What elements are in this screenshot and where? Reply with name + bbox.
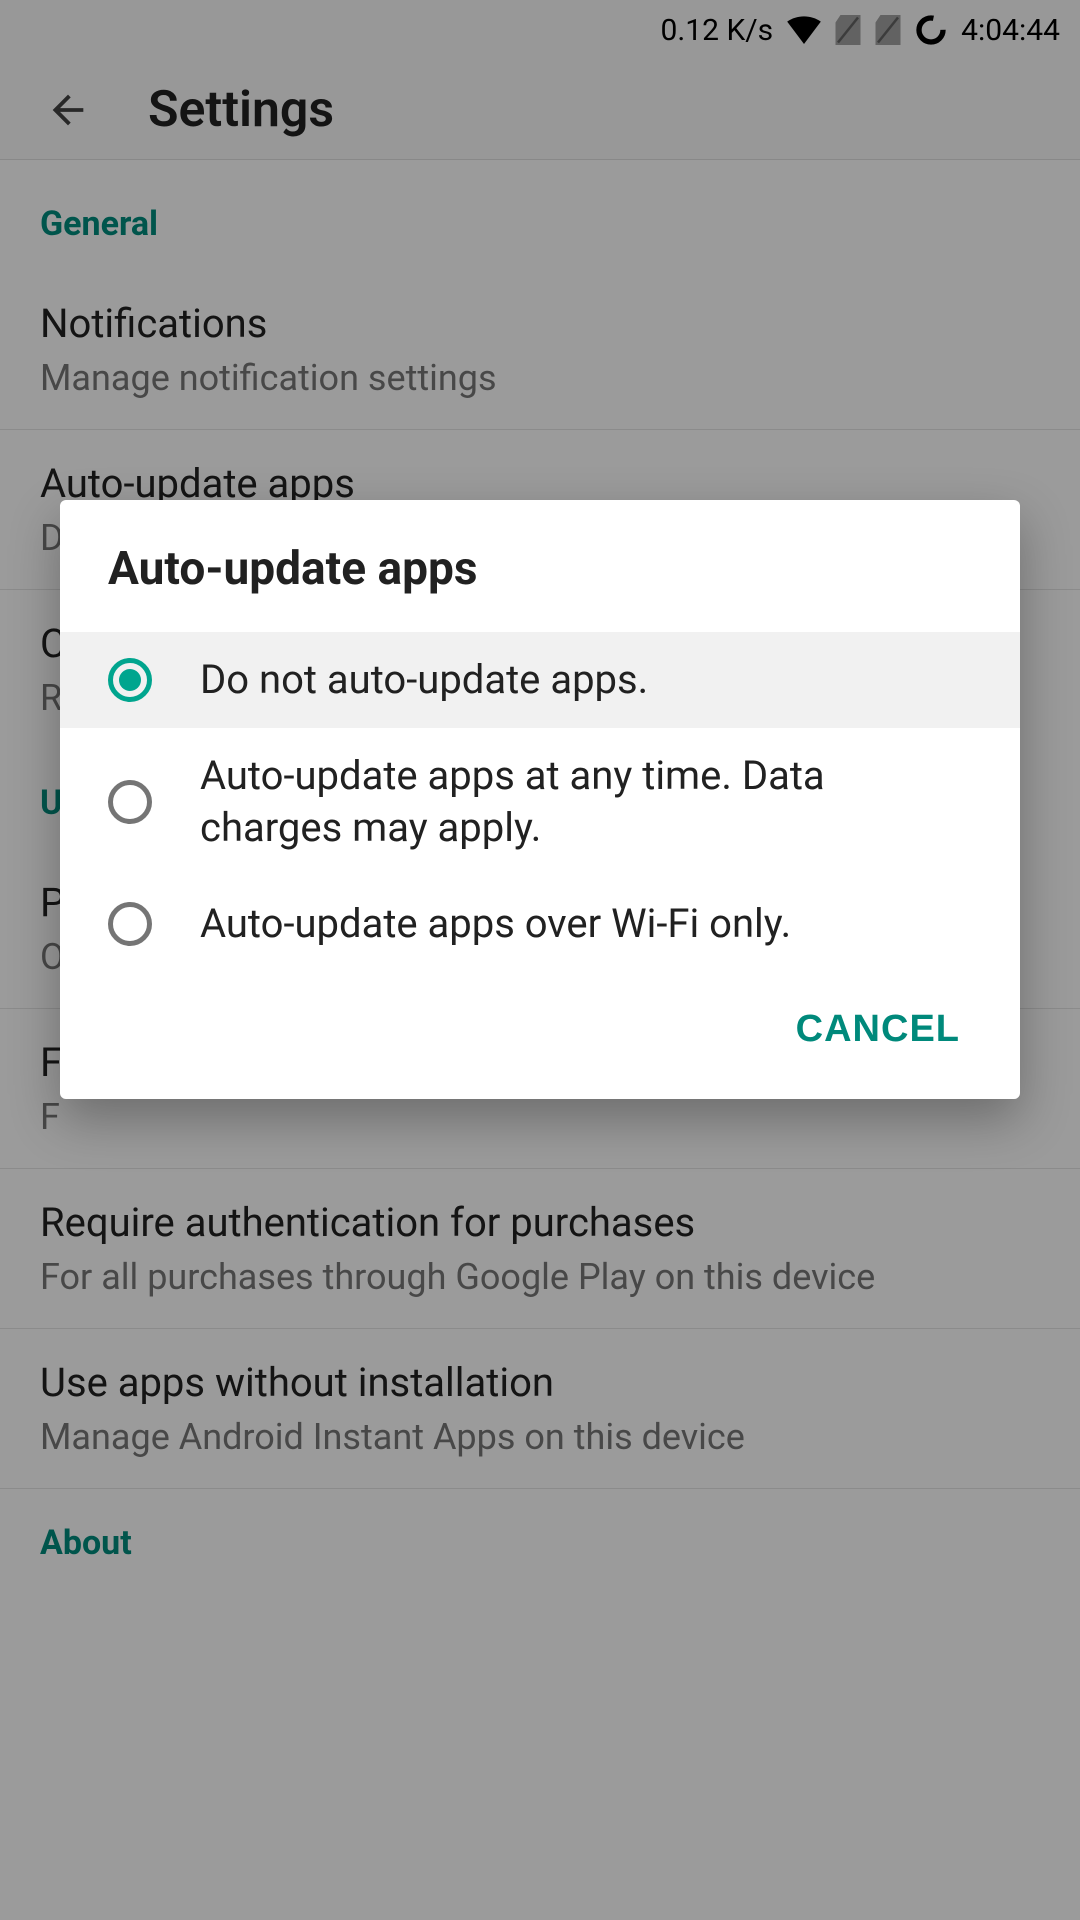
radio-label: Auto-update apps over Wi-Fi only. bbox=[200, 898, 791, 950]
dialog-actions: CANCEL bbox=[60, 972, 1020, 1099]
radio-icon bbox=[108, 780, 152, 824]
auto-update-dialog: Auto-update apps Do not auto-update apps… bbox=[60, 500, 1020, 1099]
radio-icon bbox=[108, 658, 152, 702]
dialog-title: Auto-update apps bbox=[60, 500, 1020, 632]
radio-option-wifi-only[interactable]: Auto-update apps over Wi-Fi only. bbox=[60, 876, 1020, 972]
radio-option-any-time[interactable]: Auto-update apps at any time. Data charg… bbox=[60, 728, 1020, 876]
radio-icon bbox=[108, 902, 152, 946]
radio-label: Auto-update apps at any time. Data charg… bbox=[200, 750, 972, 854]
radio-option-do-not-update[interactable]: Do not auto-update apps. bbox=[60, 632, 1020, 728]
cancel-button[interactable]: CANCEL bbox=[776, 996, 980, 1063]
dialog-scrim[interactable]: Auto-update apps Do not auto-update apps… bbox=[0, 0, 1080, 1920]
radio-label: Do not auto-update apps. bbox=[200, 654, 648, 706]
